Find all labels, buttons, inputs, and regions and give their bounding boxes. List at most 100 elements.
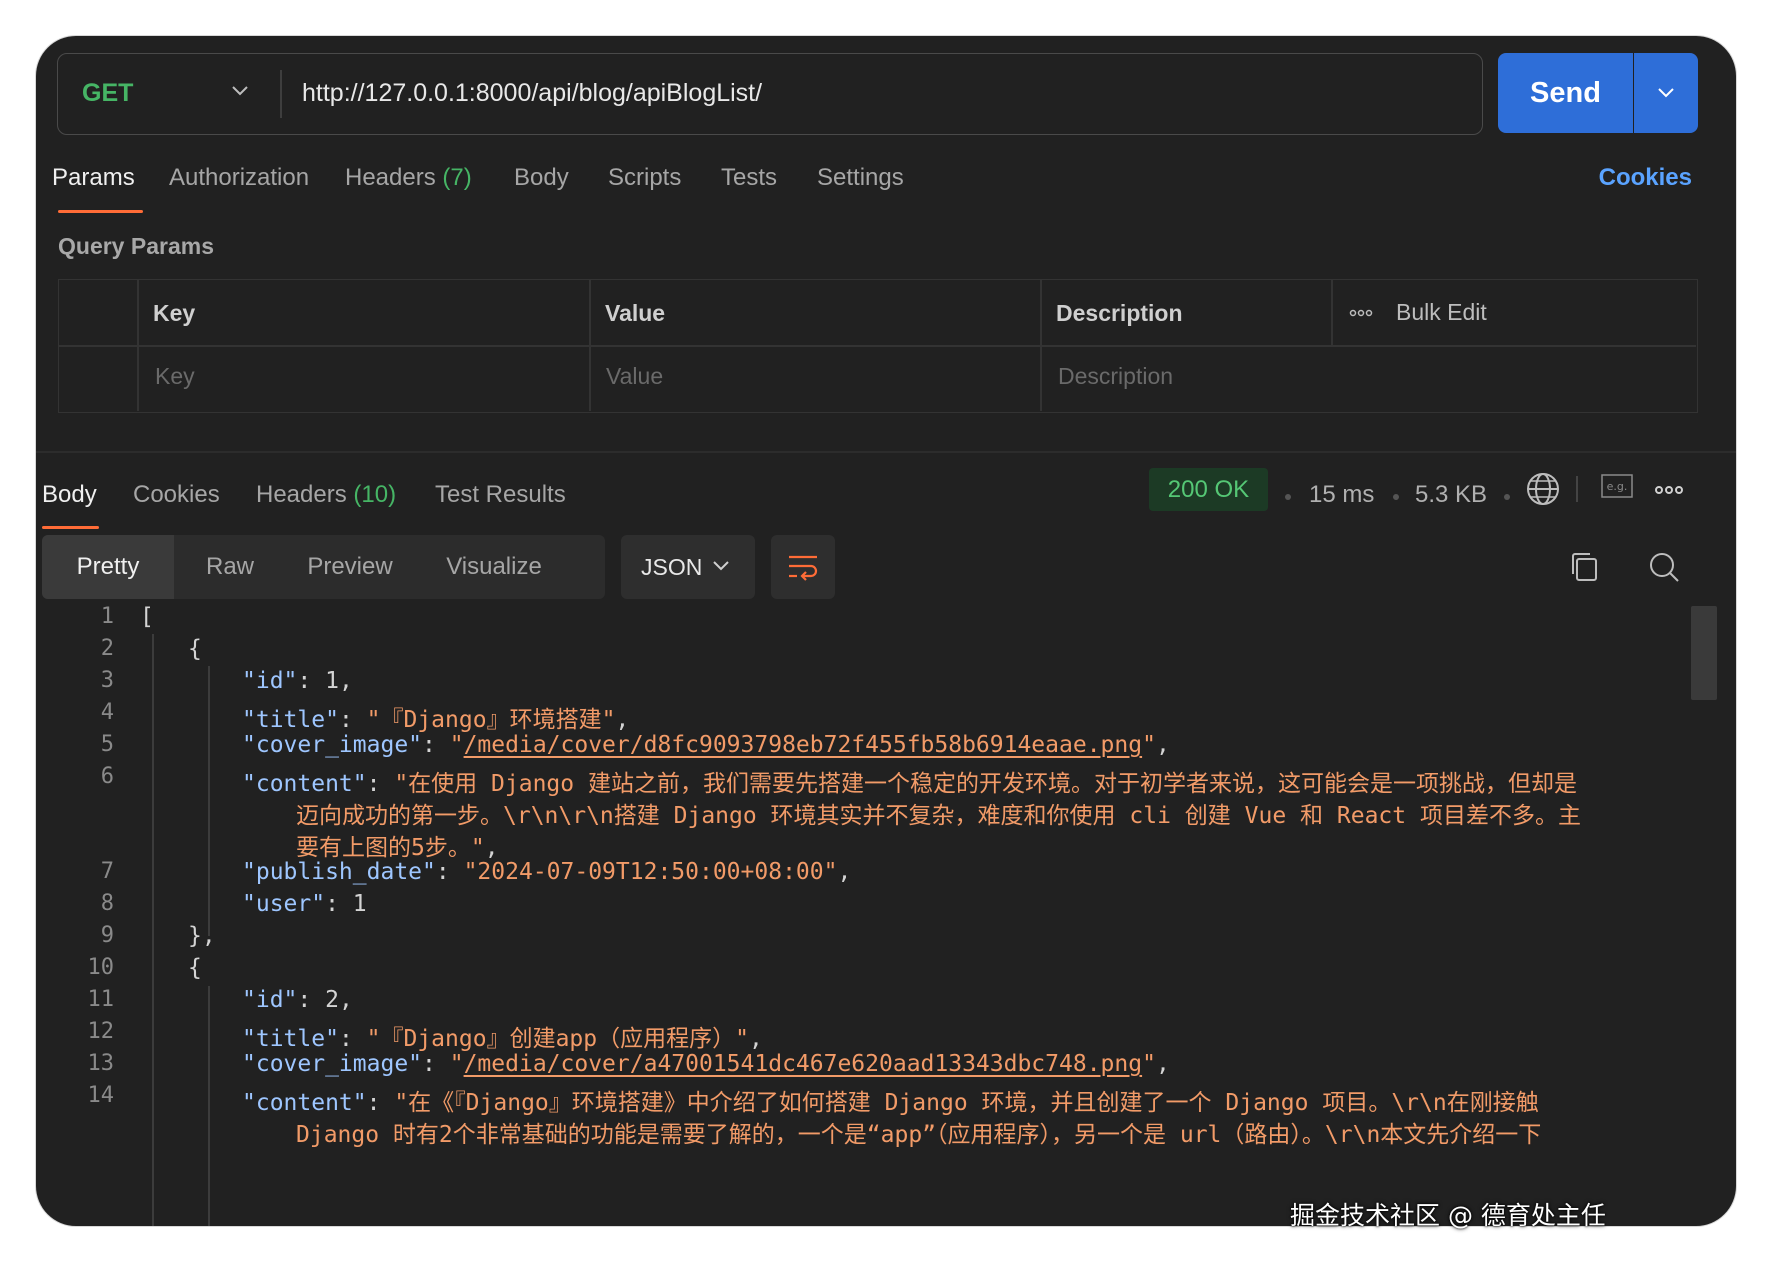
tab-label: Settings: [817, 164, 904, 191]
separator-dot: [1393, 494, 1399, 500]
indent-guide: [208, 986, 210, 1226]
response-tab-body[interactable]: Body: [42, 481, 97, 509]
tab-params[interactable]: Params: [52, 164, 135, 192]
globe-icon[interactable]: [1526, 472, 1560, 511]
column-divider: [1331, 280, 1333, 345]
line-number: 7: [100, 859, 114, 884]
key-input[interactable]: Key: [155, 359, 195, 393]
code-line: "cover_image": "/media/cover/d8fc9093798…: [242, 732, 1170, 758]
code-line: "id": 1,: [242, 668, 353, 694]
more-icon[interactable]: [1349, 296, 1373, 330]
code-line: "content": "在使用 Django 建站之前，我们需要先搭建一个稳定的…: [242, 771, 1577, 797]
response-size[interactable]: 5.3 KB: [1415, 481, 1487, 509]
url-input[interactable]: [298, 54, 1458, 133]
divider: [280, 70, 282, 118]
code-line-wrap: Django 时有2个非常基础的功能是需要了解的，一个是“app”（应用程序），…: [296, 1122, 1542, 1148]
view-visualize[interactable]: Visualize: [414, 535, 574, 599]
query-params-title: Query Params: [58, 233, 214, 259]
response-tab-test-results[interactable]: Test Results: [435, 481, 566, 509]
tab-tests[interactable]: Tests: [721, 164, 777, 192]
tab-settings[interactable]: Settings: [817, 164, 904, 192]
pane-divider[interactable]: [36, 451, 1736, 453]
view-raw[interactable]: Raw: [174, 535, 286, 599]
code-line: {: [188, 955, 202, 981]
code-line: },: [188, 923, 216, 949]
tab-label: Scripts: [608, 164, 682, 191]
line-number: 12: [87, 1019, 115, 1044]
tab-count: (10): [353, 481, 397, 508]
response-tab-headers[interactable]: Headers (10): [256, 481, 396, 509]
value-input[interactable]: Value: [606, 359, 663, 393]
tab-label: Body: [42, 481, 97, 508]
wrap-lines-button[interactable]: [771, 535, 835, 599]
line-number: 13: [87, 1051, 115, 1076]
active-tab-indicator: [58, 210, 143, 213]
code-line: "publish_date": "2024-07-09T12:50:00+08:…: [242, 859, 852, 885]
scrollbar-thumb[interactable]: [1691, 606, 1717, 700]
divider: [1576, 476, 1578, 502]
tab-label: Headers: [345, 164, 436, 191]
format-select[interactable]: JSON: [621, 535, 755, 599]
tab-authorization[interactable]: Authorization: [169, 164, 309, 192]
line-number: 11: [87, 987, 115, 1012]
tab-label: Test Results: [435, 481, 566, 508]
postman-window: GET Send Params Authorization Headers (7…: [36, 36, 1736, 1226]
send-button-group: Send: [1498, 53, 1698, 133]
tab-label: Body: [514, 164, 569, 191]
line-number: 4: [100, 700, 114, 725]
view-pretty[interactable]: Pretty: [42, 535, 174, 599]
send-label: Send: [1530, 76, 1601, 109]
line-number: 1: [100, 604, 114, 629]
column-header-value: Value: [605, 299, 666, 326]
wrap-lines-icon: [789, 555, 818, 581]
description-input[interactable]: Description: [1058, 359, 1173, 393]
code-line: "content": "在《『Django』环境搭建》中介绍了如何搭建 Djan…: [242, 1090, 1539, 1116]
chevron-down-icon: [232, 86, 248, 96]
row-divider: [59, 345, 1696, 347]
search-icon[interactable]: [1648, 551, 1680, 588]
code-line: "user": 1: [242, 891, 367, 917]
view-mode-group: Pretty Raw Preview Visualize: [42, 535, 605, 599]
separator-dot: [1504, 494, 1510, 500]
tab-headers[interactable]: Headers (7): [345, 164, 472, 192]
cookies-link[interactable]: Cookies: [1599, 164, 1692, 192]
method-select[interactable]: GET: [58, 54, 280, 133]
request-url-bar: GET: [57, 53, 1483, 135]
chevron-down-icon: [1658, 88, 1674, 98]
send-button[interactable]: Send: [1498, 53, 1633, 133]
tab-label: Headers: [256, 481, 347, 508]
response-time[interactable]: 15 ms: [1309, 481, 1374, 509]
tab-count: (7): [442, 164, 472, 191]
tab-body[interactable]: Body: [514, 164, 569, 192]
code-line-wrap: 要有上图的5步。",: [296, 835, 499, 861]
cover-image-link[interactable]: /media/cover/d8fc9093798eb72f455fb58b691…: [464, 732, 1143, 758]
send-options-button[interactable]: [1634, 53, 1698, 133]
bulk-edit-button[interactable]: Bulk Edit: [1396, 295, 1487, 329]
response-body-editor[interactable]: 1 2 3 4 5 6 7 8 9 10 11 12 13 14 [ { "id…: [36, 604, 1736, 1226]
copy-icon[interactable]: [1569, 551, 1599, 588]
code-line: [: [140, 604, 154, 630]
code-line: "cover_image": "/media/cover/a47001541dc…: [242, 1051, 1170, 1077]
svg-text:e.g.: e.g.: [1607, 480, 1628, 493]
tab-label: Tests: [721, 164, 778, 191]
code-line: "title": "『Django』环境搭建",: [242, 707, 630, 733]
more-icon[interactable]: [1654, 482, 1684, 500]
example-icon[interactable]: e.g.: [1601, 474, 1633, 505]
line-number: 2: [100, 636, 114, 661]
status-badge[interactable]: 200 OK: [1149, 468, 1268, 511]
line-number: 10: [87, 955, 115, 980]
view-preview[interactable]: Preview: [286, 535, 414, 599]
column-header-description: Description: [1056, 299, 1183, 326]
tab-label: Params: [52, 164, 135, 191]
code-line: "id": 2,: [242, 987, 353, 1013]
line-number: 9: [100, 923, 114, 948]
cover-image-link[interactable]: /media/cover/a47001541dc467e620aad13343d…: [464, 1051, 1143, 1077]
response-tab-cookies[interactable]: Cookies: [133, 481, 220, 509]
line-number: 5: [100, 732, 114, 757]
tab-scripts[interactable]: Scripts: [608, 164, 681, 192]
tab-label: Cookies: [133, 481, 220, 508]
indent-guide: [208, 666, 210, 936]
column-header-key: Key: [153, 299, 196, 326]
line-number: 8: [100, 891, 114, 916]
line-number: 14: [87, 1083, 115, 1108]
